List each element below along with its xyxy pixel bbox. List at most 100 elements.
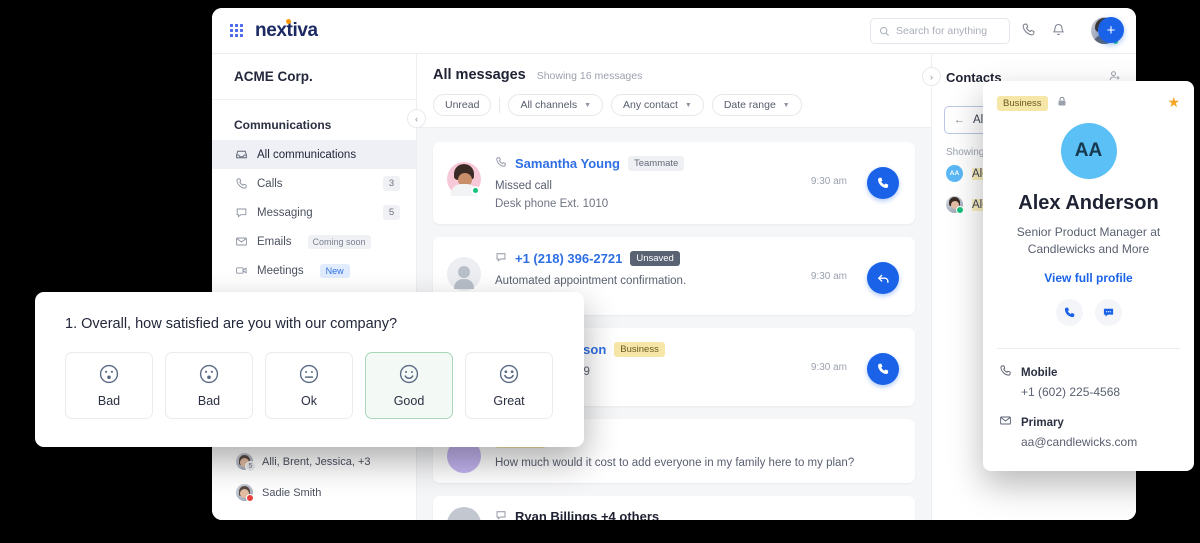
avatar: AA <box>1060 123 1117 179</box>
phone-icon[interactable] <box>1021 22 1036 42</box>
divider <box>499 97 501 113</box>
filter-any-contact[interactable]: Any contact ▼ <box>611 94 704 116</box>
bell-icon[interactable] <box>1051 22 1066 42</box>
avatar-initials: AA <box>1074 140 1103 161</box>
nextiva-logo[interactable]: nextiva <box>255 18 318 42</box>
survey-option-label: Bad <box>197 394 221 408</box>
filter-all-channels[interactable]: All channels ▼ <box>508 94 604 116</box>
chat-icon <box>495 509 507 520</box>
app-launcher-icon[interactable] <box>230 24 243 37</box>
lock-icon <box>1056 95 1068 111</box>
sidebar-item-count: 3 <box>383 176 400 191</box>
envelope-icon <box>234 235 248 248</box>
survey-option-label: Bad <box>97 394 121 408</box>
survey-option-label: Ok <box>301 394 317 408</box>
recent-label: Alli, Brent, Jessica, +3 <box>262 455 371 468</box>
contact-role: Senior Product Manager at Candlewicks an… <box>1016 225 1161 257</box>
chevron-down-icon: ▼ <box>684 101 692 109</box>
filter-label: Any contact <box>623 99 678 111</box>
view-full-profile-link[interactable]: View full profile <box>983 271 1194 285</box>
filter-label: Unread <box>445 99 480 111</box>
filter-date-range[interactable]: Date range ▼ <box>711 94 802 116</box>
filter-label: All channels <box>520 99 578 111</box>
field-value[interactable]: +1 (602) 225-4568 <box>1021 385 1120 399</box>
field-value[interactable]: aa@candlewicks.com <box>1021 435 1137 449</box>
filter-unread[interactable]: Unread <box>433 94 492 116</box>
sidebar-item-all-communications[interactable]: All communications <box>212 140 416 169</box>
messages-header: All messages Showing 16 messages Unread … <box>417 54 931 128</box>
contact-name[interactable]: Samantha Young <box>515 156 620 171</box>
chat-icon <box>234 206 248 219</box>
chevron-down-icon: ▼ <box>584 101 592 109</box>
contact-field-mobile: Mobile +1 (602) 225-4568 <box>983 349 1194 399</box>
survey-option-bad-1[interactable]: Bad <box>65 352 153 419</box>
sidebar-recent-list: 5 Alli, Brent, Jessica, +3 Sadie Smith <box>212 446 416 508</box>
top-bar: nextiva Search for anything <box>212 8 1136 54</box>
phone-icon <box>234 177 248 190</box>
neutral-face-icon <box>299 364 319 384</box>
sidebar-item-label: Messaging <box>257 206 313 219</box>
table-row[interactable]: Ryan Billings +4 others <box>433 496 915 520</box>
survey-option-label: Good <box>393 394 425 408</box>
phone-icon <box>495 156 507 171</box>
list-item[interactable]: 5 Alli, Brent, Jessica, +3 <box>212 446 416 477</box>
sidebar-collapse-button[interactable]: ‹ <box>407 109 426 128</box>
survey-option-ok[interactable]: Ok <box>265 352 353 419</box>
group-avatar: 5 <box>236 453 256 472</box>
sidebar-item-meetings[interactable]: Meetings New <box>212 256 416 285</box>
add-button[interactable]: + <box>1098 17 1124 43</box>
frown-open-face-icon <box>99 364 119 384</box>
survey-card: 1. Overall, how satisfied are you with o… <box>35 292 584 447</box>
field-label: Primary <box>1021 416 1064 429</box>
reply-button[interactable] <box>867 262 899 294</box>
back-arrow-icon[interactable]: ← <box>954 114 965 126</box>
survey-option-good[interactable]: Good <box>365 352 453 419</box>
survey-option-bad-2[interactable]: Bad <box>165 352 253 419</box>
survey-option-great[interactable]: Great <box>465 352 553 419</box>
sidebar-item-calls[interactable]: Calls 3 <box>212 169 416 198</box>
contact-name[interactable]: Ryan Billings +4 others <box>515 509 659 520</box>
messages-collapse-button[interactable]: › <box>922 67 941 86</box>
filter-label: Date range <box>723 99 776 111</box>
status-badge: Business <box>997 95 1048 111</box>
avatar <box>447 507 481 520</box>
call-button[interactable] <box>867 167 899 199</box>
sidebar-item-emails[interactable]: Emails Coming soon <box>212 227 416 256</box>
message-button[interactable] <box>1094 298 1122 326</box>
sidebar: ACME Corp. ‹ Communications All communic… <box>212 54 426 520</box>
page-title: All messages <box>433 67 526 83</box>
messages-count-label: Showing 16 messages <box>536 70 643 82</box>
contact-name[interactable]: +1 (218) 396-2721 <box>515 251 622 266</box>
sidebar-item-messaging[interactable]: Messaging 5 <box>212 198 416 227</box>
search-placeholder: Search for anything <box>896 25 988 37</box>
timestamp: 9:30 am <box>810 362 847 373</box>
field-label: Mobile <box>1021 366 1058 379</box>
message-detail: Desk phone Ext. 1010 <box>495 198 609 210</box>
envelope-icon <box>999 413 1012 449</box>
phone-icon <box>999 363 1012 399</box>
contact-avatar <box>236 484 254 502</box>
sidebar-item-label: Emails <box>257 235 292 248</box>
timestamp: 9:30 am <box>810 271 847 282</box>
survey-options: Bad Bad Ok Good Great <box>65 352 554 419</box>
grin-face-icon <box>499 364 519 384</box>
screenshot-stage: nextiva Search for anything ACME Corp. ‹… <box>0 0 1200 543</box>
org-name[interactable]: ACME Corp. <box>212 54 416 100</box>
search-icon <box>879 26 889 36</box>
status-badge: Teammate <box>627 156 685 171</box>
table-row[interactable]: Samantha Young Teammate Missed call Desk… <box>433 142 915 224</box>
star-icon[interactable]: ★ <box>1167 94 1180 111</box>
list-item[interactable]: Sadie Smith <box>212 477 416 508</box>
recent-label: Sadie Smith <box>262 486 322 499</box>
inbox-icon <box>234 148 248 161</box>
avatar <box>946 196 964 214</box>
presence-indicator <box>471 186 480 195</box>
sidebar-item-count: 5 <box>383 205 400 220</box>
call-button[interactable] <box>1055 298 1083 326</box>
survey-question: 1. Overall, how satisfied are you with o… <box>65 316 398 332</box>
call-button[interactable] <box>867 353 899 385</box>
global-search-input[interactable]: Search for anything <box>870 18 1010 44</box>
sidebar-item-label: Calls <box>257 177 283 190</box>
timestamp: 9:30 am <box>810 176 847 187</box>
avatar <box>447 162 481 196</box>
